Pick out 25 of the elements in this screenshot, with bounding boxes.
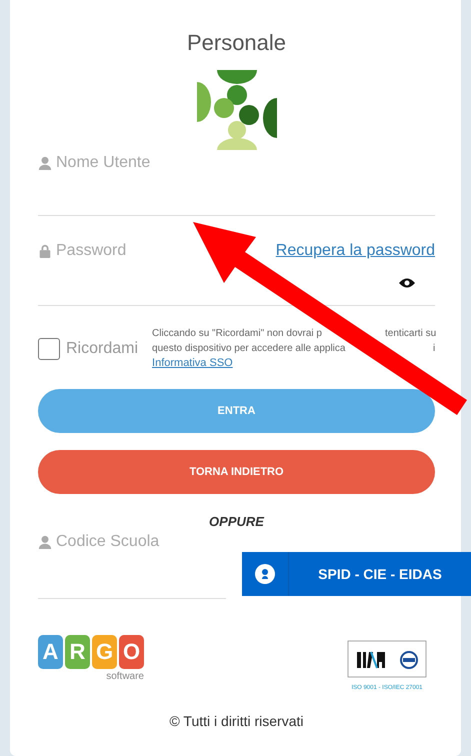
argo-logo: A R G O	[38, 635, 144, 669]
back-button[interactable]: TORNA INDIETRO	[38, 450, 435, 494]
copyright-text: © Tutti i diritti riservati	[169, 713, 304, 729]
remember-note: questo dispositivo per accedere alle applica	[152, 343, 346, 354]
logo-icon	[196, 70, 276, 150]
remember-note: i	[433, 342, 436, 356]
remember-note: tenticarti su	[385, 327, 436, 341]
remember-note: Cliccando su "Ricordami" non dovrai p	[152, 328, 322, 339]
password-label: Password	[38, 242, 126, 260]
spid-button[interactable]: SPID - CIE - EIDAS	[242, 552, 471, 596]
login-button[interactable]: ENTRA	[38, 389, 435, 433]
person-icon	[255, 564, 275, 584]
page-title: Personale	[186, 30, 286, 56]
separator-text: OPPURE	[209, 514, 264, 529]
logo-subtitle: software	[106, 671, 144, 682]
username-label: Nome Utente	[38, 154, 150, 172]
sso-info-link[interactable]: Informativa SSO	[152, 357, 233, 369]
user-icon	[38, 535, 52, 549]
remember-label: Ricordami	[66, 340, 138, 358]
user-icon	[38, 156, 52, 170]
school-code-label: Codice Scuola	[38, 533, 160, 551]
lock-icon	[38, 244, 52, 258]
remember-checkbox[interactable]	[38, 338, 60, 360]
eye-icon[interactable]	[399, 278, 415, 288]
recover-password-link[interactable]: Recupera la password	[276, 242, 435, 260]
